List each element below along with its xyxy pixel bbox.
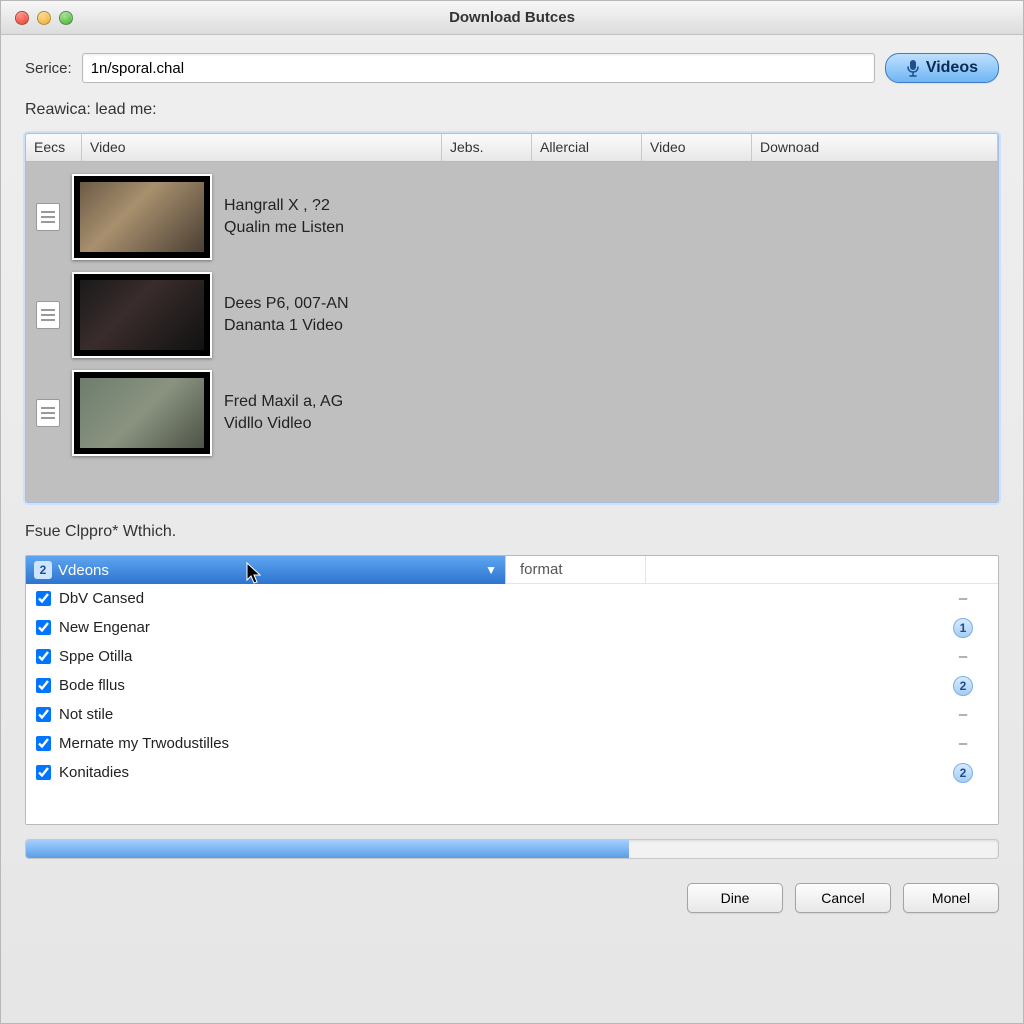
option-label: Sppe Otilla [59, 648, 132, 665]
option-label: Mernate my Trwodustilles [59, 735, 229, 752]
results-label: Reawica: lead me: [25, 101, 999, 119]
option-value: 1 [938, 618, 988, 638]
dropdown-count-badge: 2 [34, 561, 52, 579]
videos-button-label: Videos [926, 59, 978, 77]
column-header[interactable]: Video [82, 134, 442, 161]
option-checkbox[interactable] [36, 591, 51, 606]
option-row[interactable]: Sppe Otilla – [26, 642, 998, 671]
options-header: 2 Vdeons ▼ format [26, 556, 998, 584]
category-dropdown[interactable]: 2 Vdeons ▼ [26, 556, 506, 584]
option-label: New Engenar [59, 619, 150, 636]
microphone-icon [906, 59, 920, 77]
option-value: – [938, 735, 988, 752]
window-title: Download Butces [1, 9, 1023, 26]
option-value: – [938, 648, 988, 665]
column-header[interactable]: Downoad [752, 134, 998, 161]
option-checkbox[interactable] [36, 707, 51, 722]
source-label: Serice: [25, 60, 72, 77]
cancel-button[interactable]: Cancel [795, 883, 891, 913]
list-item[interactable]: Dees P6, 007-AN Dananta 1 Video [26, 266, 998, 364]
column-header[interactable]: Video [642, 134, 752, 161]
option-checkbox[interactable] [36, 736, 51, 751]
option-row[interactable]: Mernate my Trwodustilles – [26, 729, 998, 758]
window-body: Serice: Videos Reawica: lead me: Eecs Vi… [1, 35, 1023, 1023]
option-label: Konitadies [59, 764, 129, 781]
options-label: Fsue Clppro* Wthich. [25, 523, 999, 541]
video-title: Hangrall X , ?2 Qualin me Listen [224, 189, 344, 244]
video-thumbnail[interactable] [72, 370, 212, 456]
option-checkbox[interactable] [36, 678, 51, 693]
option-label: Not stile [59, 706, 113, 723]
source-input[interactable] [82, 53, 875, 83]
video-thumbnail[interactable] [72, 174, 212, 260]
results-list: Hangrall X , ?2 Qualin me Listen Dees P6… [26, 162, 998, 502]
dropdown-label: Vdeons [58, 562, 109, 579]
option-row[interactable]: Konitadies 2 [26, 758, 998, 787]
option-checkbox[interactable] [36, 649, 51, 664]
titlebar: Download Butces [1, 1, 1023, 35]
options-list: DbV Cansed – New Engenar 1 Sppe Otilla –… [26, 584, 998, 824]
option-row[interactable]: New Engenar 1 [26, 613, 998, 642]
footer-buttons: Dine Cancel Monel [25, 873, 999, 913]
option-checkbox[interactable] [36, 765, 51, 780]
column-header[interactable]: Jebs. [442, 134, 532, 161]
source-row: Serice: Videos [25, 53, 999, 83]
option-label: Bode fllus [59, 677, 125, 694]
option-row[interactable]: Bode fllus 2 [26, 671, 998, 700]
results-columns: Eecs Video Jebs. Allercial Video Downoad [26, 134, 998, 162]
option-label: DbV Cansed [59, 590, 144, 607]
progress-fill [26, 840, 629, 858]
video-title: Fred Maxil a, AG Vidllo Vidleo [224, 385, 343, 440]
count-badge: 2 [953, 676, 973, 696]
dine-button[interactable]: Dine [687, 883, 783, 913]
option-value: 2 [938, 676, 988, 696]
progress-bar [25, 839, 999, 859]
app-window: Download Butces Serice: Videos Reawica: … [0, 0, 1024, 1024]
option-row[interactable]: DbV Cansed – [26, 584, 998, 613]
videos-button[interactable]: Videos [885, 53, 999, 83]
option-value: – [938, 590, 988, 607]
option-value: 2 [938, 763, 988, 783]
grip-icon[interactable] [36, 399, 60, 427]
list-item[interactable]: Fred Maxil a, AG Vidllo Vidleo [26, 364, 998, 462]
format-header[interactable]: format [506, 556, 646, 583]
chevron-down-icon: ▼ [485, 563, 497, 577]
video-title: Dees P6, 007-AN Dananta 1 Video [224, 287, 349, 342]
list-item[interactable]: Hangrall X , ?2 Qualin me Listen [26, 168, 998, 266]
option-row[interactable]: Not stile – [26, 700, 998, 729]
option-checkbox[interactable] [36, 620, 51, 635]
grip-icon[interactable] [36, 203, 60, 231]
count-badge: 1 [953, 618, 973, 638]
grip-icon[interactable] [36, 301, 60, 329]
option-value: – [938, 706, 988, 723]
options-panel: 2 Vdeons ▼ format DbV Cansed – [25, 555, 999, 825]
column-header[interactable]: Allercial [532, 134, 642, 161]
results-panel: Eecs Video Jebs. Allercial Video Downoad… [25, 133, 999, 503]
video-thumbnail[interactable] [72, 272, 212, 358]
column-header[interactable]: Eecs [26, 134, 82, 161]
monel-button[interactable]: Monel [903, 883, 999, 913]
count-badge: 2 [953, 763, 973, 783]
